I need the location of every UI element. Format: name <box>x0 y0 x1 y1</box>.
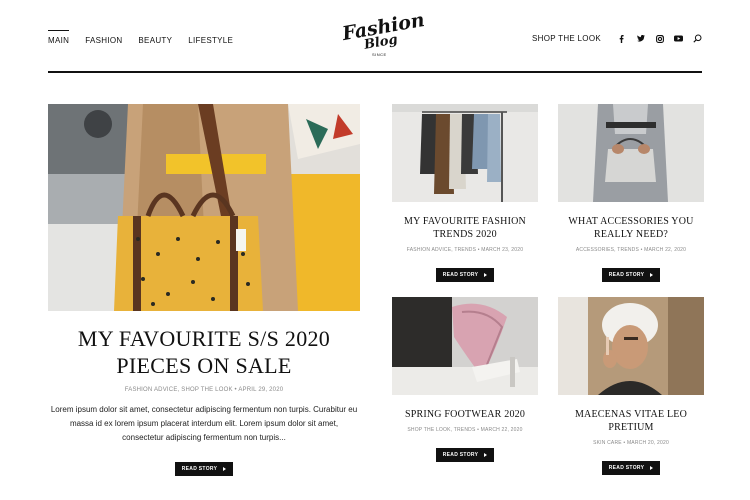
card-title[interactable]: MY FAVOURITE FASHION TRENDS 2020 <box>392 215 538 241</box>
featured-title[interactable]: MY FAVOURITE S/S 2020 PIECES ON SALE <box>48 325 360 379</box>
main-nav: MAIN FASHION BEAUTY LIFESTYLE <box>48 30 233 45</box>
card-read-story-button[interactable]: READ STORY <box>435 268 495 282</box>
card-photo-clothes-rack <box>392 104 538 202</box>
card-title[interactable]: WHAT ACCESSORIES YOU REALLY NEED? <box>558 215 704 241</box>
shop-the-look-link[interactable]: SHOP THE LOOK <box>532 34 601 43</box>
arrow-right-icon <box>484 273 488 277</box>
nav-main[interactable]: MAIN <box>48 30 70 45</box>
post-card: MY FAVOURITE FASHION TRENDS 2020 FASHION… <box>392 104 538 282</box>
card-title[interactable]: MAECENAS VITAE LEO PRETIUM <box>558 408 704 434</box>
card-meta: ACCESSORIES, TRENDS • MARCH 22, 2020 <box>575 247 687 253</box>
arrow-right-icon <box>650 466 654 470</box>
card-photo-handbag <box>558 104 704 202</box>
button-label: READ STORY <box>442 272 479 278</box>
button-label: READ STORY <box>442 452 479 458</box>
card-read-story-button[interactable]: READ STORY <box>601 268 661 282</box>
card-photo-feather-shoe <box>392 297 538 395</box>
card-image[interactable] <box>558 104 704 202</box>
button-label: READ STORY <box>608 272 645 278</box>
card-meta: FASHION ADVICE, TRENDS • MARCH 23, 2020 <box>406 247 524 253</box>
featured-read-story-button[interactable]: READ STORY <box>174 462 234 476</box>
post-card: MAECENAS VITAE LEO PRETIUM SKIN CARE • M… <box>558 297 704 475</box>
card-image[interactable] <box>392 297 538 395</box>
header-right: SHOP THE LOOK <box>532 34 702 43</box>
instagram-icon[interactable] <box>655 34 664 43</box>
arrow-right-icon <box>484 453 488 457</box>
button-label: READ STORY <box>608 465 645 471</box>
site-header: MAIN FASHION BEAUTY LIFESTYLE Fashion Bl… <box>0 0 750 75</box>
post-card: SPRING FOOTWEAR 2020 SHOP THE LOOK, TREN… <box>392 297 538 462</box>
nav-beauty[interactable]: BEAUTY <box>138 36 172 45</box>
button-label: READ STORY <box>181 466 218 472</box>
site-logo[interactable]: Fashion Blog SINCE <box>336 9 427 60</box>
card-image[interactable] <box>392 104 538 202</box>
card-meta: SKIN CARE • MARCH 20, 2020 <box>593 440 669 446</box>
logo-line-3: SINCE <box>372 52 387 57</box>
card-read-story-button[interactable]: READ STORY <box>435 448 495 462</box>
nav-fashion[interactable]: FASHION <box>85 36 122 45</box>
twitter-icon[interactable] <box>636 34 645 43</box>
featured-post: MY FAVOURITE S/S 2020 PIECES ON SALE FAS… <box>48 104 360 476</box>
youtube-icon[interactable] <box>674 34 683 43</box>
arrow-right-icon <box>223 467 227 471</box>
card-photo-woman-towel <box>558 297 704 395</box>
card-meta: SHOP THE LOOK, TRENDS • MARCH 22, 2020 <box>407 427 523 433</box>
featured-excerpt: Lorem ipsum dolor sit amet, consectetur … <box>50 405 358 442</box>
nav-lifestyle[interactable]: LIFESTYLE <box>188 36 233 45</box>
search-icon[interactable] <box>693 34 702 43</box>
card-read-story-button[interactable]: READ STORY <box>601 461 661 475</box>
card-title[interactable]: SPRING FOOTWEAR 2020 <box>392 408 538 421</box>
post-card: WHAT ACCESSORIES YOU REALLY NEED? ACCESS… <box>558 104 704 282</box>
featured-photo-yellow-bag <box>48 104 360 311</box>
card-image[interactable] <box>558 297 704 395</box>
facebook-icon[interactable] <box>617 34 626 43</box>
featured-meta: FASHION ADVICE, SHOP THE LOOK • APRIL 29… <box>124 387 284 393</box>
featured-image[interactable] <box>48 104 360 311</box>
arrow-right-icon <box>650 273 654 277</box>
header-divider <box>48 71 702 73</box>
